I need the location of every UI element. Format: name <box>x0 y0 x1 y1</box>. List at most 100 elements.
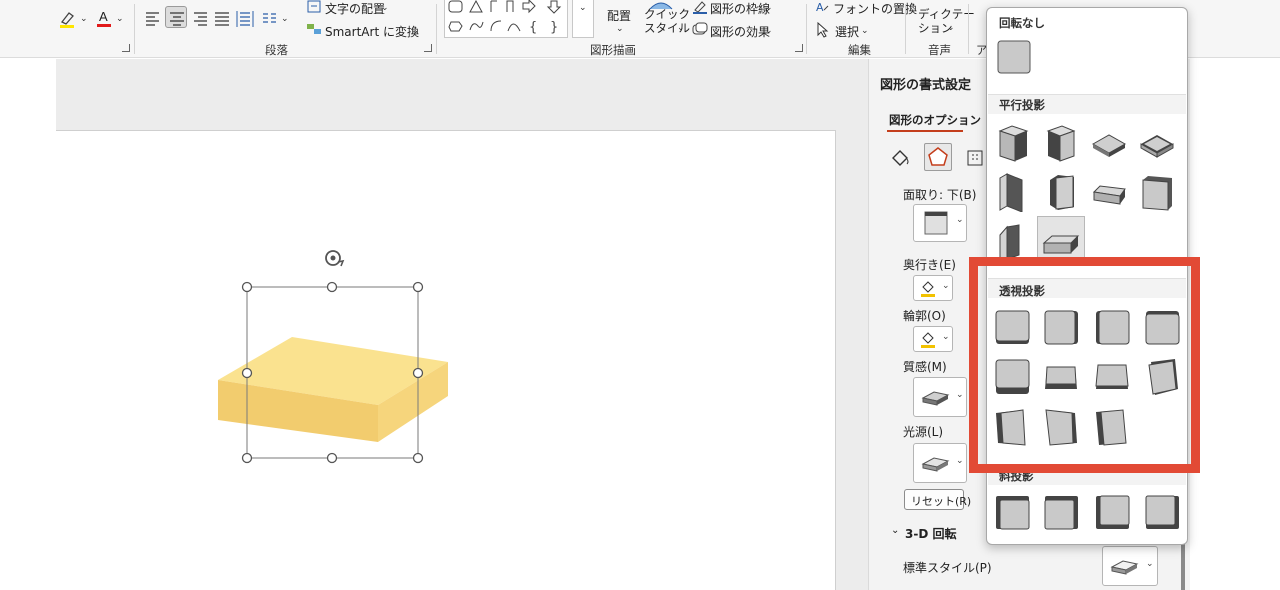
resize-handle-n[interactable] <box>326 281 338 293</box>
effects-icon[interactable] <box>924 143 952 171</box>
chevron-down-icon[interactable]: ⌄ <box>765 24 773 38</box>
contour-color-dropdown[interactable]: ⌄ <box>913 326 953 352</box>
rotation-preset-dropdown[interactable]: ⌄ <box>1102 546 1158 586</box>
align-right-icon[interactable] <box>192 10 208 30</box>
select-arrow-icon[interactable] <box>815 21 829 42</box>
group-label-paragraph: 段落 <box>265 43 288 57</box>
resize-handle-nw[interactable] <box>241 281 253 293</box>
preset-parallel-2[interactable] <box>1042 123 1080 163</box>
shapes-gallery-more-button[interactable]: ⌄ <box>572 0 594 38</box>
bevel-bottom-dropdown[interactable]: ⌄ <box>913 204 967 242</box>
font-dialog-launcher-icon[interactable] <box>122 44 130 52</box>
justify-icon[interactable] <box>214 10 230 30</box>
preset-parallel-3[interactable] <box>1090 123 1128 163</box>
chevron-down-icon[interactable]: ⌄ <box>381 1 389 15</box>
paragraph-dialog-launcher-icon[interactable] <box>424 44 432 52</box>
reset-button[interactable]: リセット(R) <box>904 489 971 510</box>
preset-parallel-4[interactable] <box>1138 123 1176 163</box>
preset-no-rotation[interactable] <box>995 37 1033 77</box>
shapes-gallery-icons: { } <box>448 0 562 35</box>
chevron-down-icon: ⌄ <box>956 456 964 466</box>
rotation-preview-icon <box>1110 560 1139 575</box>
smartart-button[interactable]: SmartArt に変換 <box>325 23 419 40</box>
bevel-bottom-label: 面取り: 下(B) <box>903 188 977 202</box>
shape-effects-icon[interactable] <box>692 22 708 40</box>
ribbon-separator <box>905 4 906 54</box>
fill-bucket-icon <box>921 281 935 297</box>
preset-oblique-4[interactable] <box>1143 493 1181 533</box>
chevron-down-icon[interactable]: ⌄ <box>861 24 869 38</box>
columns-icon[interactable] <box>262 10 278 30</box>
drawing-dialog-launcher-icon[interactable] <box>795 44 803 52</box>
resize-handle-e[interactable] <box>412 367 424 379</box>
lighting-dropdown[interactable]: ⌄ <box>913 443 967 483</box>
chevron-down-icon[interactable]: ⌄ <box>281 12 289 26</box>
chevron-down-icon[interactable]: ⌄ <box>765 1 773 15</box>
resize-handle-w[interactable] <box>241 367 253 379</box>
rotation-section-title[interactable]: 3-D 回転 <box>905 525 956 542</box>
chevron-down-icon[interactable]: ⌄ <box>116 12 124 26</box>
depth-color-dropdown[interactable]: ⌄ <box>913 275 953 301</box>
shape-outline-icon[interactable] <box>692 0 708 18</box>
resize-handle-sw[interactable] <box>241 452 253 464</box>
chevron-down-icon[interactable]: ⌄ <box>677 21 685 35</box>
fill-line-icon[interactable] <box>889 147 911 172</box>
chevron-down-icon[interactable]: ⌄ <box>412 24 420 38</box>
shape-effects-button[interactable]: 図形の効果 <box>710 23 770 40</box>
material-label: 質感(M) <box>903 360 947 374</box>
highlighter-icon[interactable] <box>58 10 76 34</box>
distributed-icon[interactable] <box>236 9 254 31</box>
rotate-handle-icon[interactable] <box>325 250 345 267</box>
chevron-down-icon: ⌄ <box>956 215 964 225</box>
resize-handle-s[interactable] <box>326 452 338 464</box>
group-label-drawing: 図形描画 <box>590 43 636 57</box>
align-left-icon[interactable] <box>145 10 161 30</box>
section-no-rotation: 回転なし <box>999 16 1045 30</box>
lighting-label: 光源(L) <box>903 425 944 439</box>
preset-parallel-6[interactable] <box>1042 172 1080 212</box>
preset-parallel-5[interactable] <box>995 172 1033 213</box>
preset-parallel-9[interactable] <box>995 221 1033 262</box>
fill-bucket-icon <box>921 332 935 348</box>
shapes-gallery[interactable]: { } <box>444 0 568 38</box>
preset-oblique-2[interactable] <box>1042 493 1080 533</box>
chevron-down-icon: ⌄ <box>579 3 587 13</box>
selected-3d-shape[interactable] <box>210 240 470 470</box>
size-properties-icon[interactable] <box>965 147 985 172</box>
preset-oblique-3[interactable] <box>1093 493 1131 533</box>
resize-handle-ne[interactable] <box>412 281 424 293</box>
material-dropdown[interactable]: ⌄ <box>913 377 967 417</box>
align-center-icon[interactable] <box>165 6 187 28</box>
bevel-preview-icon <box>924 211 948 235</box>
select-button[interactable]: 選択 <box>835 23 859 40</box>
chevron-down-icon[interactable]: ⌄ <box>616 22 624 36</box>
replace-font-icon[interactable]: A <box>815 0 831 18</box>
tab-underline <box>887 130 963 132</box>
smartart-icon[interactable] <box>306 22 322 40</box>
depth-label: 奥行き(E) <box>903 258 956 272</box>
preset-parallel-1[interactable] <box>995 123 1033 163</box>
preset-parallel-7[interactable] <box>1090 172 1128 212</box>
text-direction-icon[interactable] <box>306 0 322 18</box>
shape-outline-button[interactable]: 図形の枠線 <box>710 0 770 17</box>
chevron-down-icon[interactable]: ⌄ <box>80 12 88 26</box>
preset-parallel-8[interactable] <box>1138 172 1176 212</box>
preset-oblique-1[interactable] <box>993 493 1031 533</box>
resize-handle-se[interactable] <box>412 452 424 464</box>
font-color-icon[interactable]: A <box>95 8 113 34</box>
preset-label: 標準スタイル(P) <box>903 561 992 575</box>
material-preview-icon <box>921 391 950 406</box>
svg-text:A: A <box>816 1 824 14</box>
chevron-down-icon: ⌄ <box>1146 559 1154 569</box>
text-layout-button[interactable]: 文字の配置 <box>325 0 385 17</box>
lighting-preview-icon <box>921 457 950 472</box>
contour-label: 輪郭(O) <box>903 309 946 323</box>
group-label-voice: 音声 <box>928 43 951 57</box>
tab-shape-options[interactable]: 図形のオプション <box>889 112 981 128</box>
chevron-down-icon[interactable]: ⌄ <box>947 21 955 35</box>
svg-text:{: { <box>529 20 537 35</box>
chevron-down-icon: ⌄ <box>942 332 950 342</box>
chevron-down-icon: ⌄ <box>956 390 964 400</box>
collapse-chevron-icon[interactable]: ⌄ <box>891 525 899 536</box>
ribbon-separator <box>806 4 807 54</box>
